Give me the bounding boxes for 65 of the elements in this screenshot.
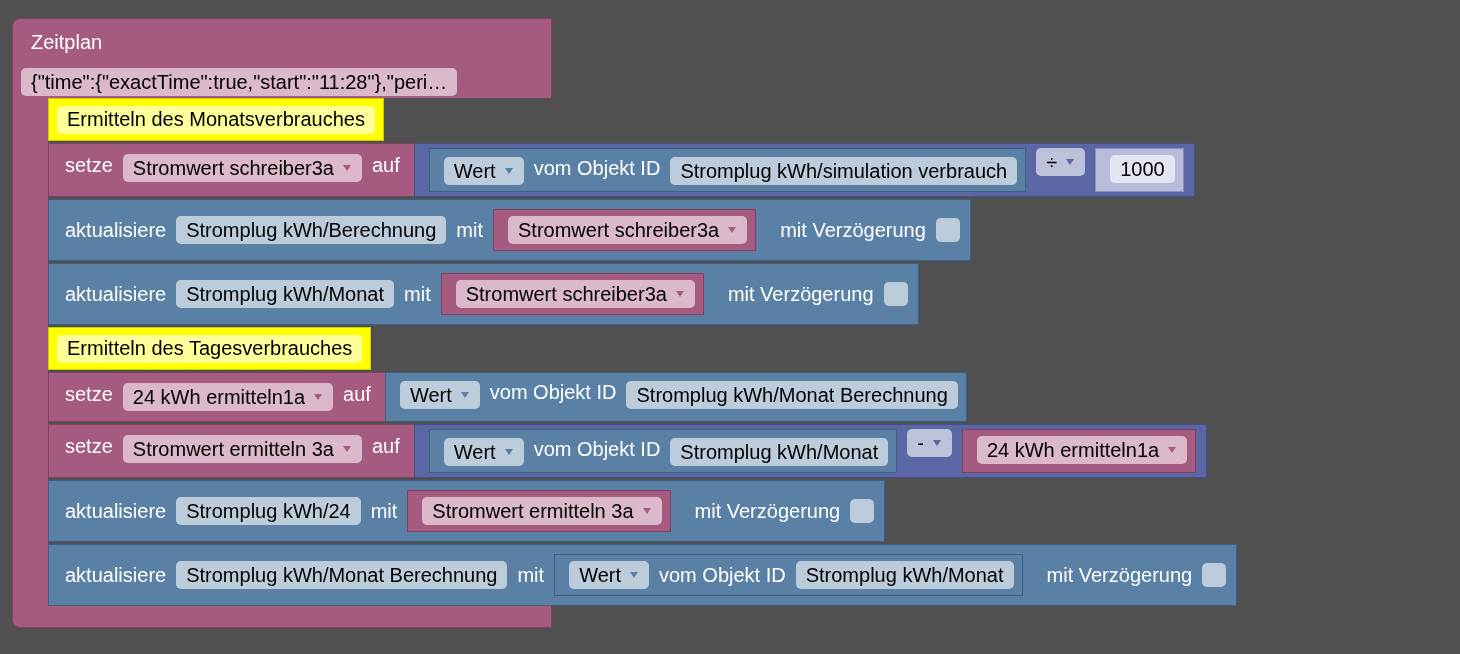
object-id-field[interactable]: Stromplug kWh/Monat <box>795 561 1014 589</box>
block-label: mit Verzögerung <box>780 218 926 242</box>
variable-dropdown[interactable]: 24 kWh ermitteln1a <box>122 383 334 411</box>
variable-dropdown[interactable]: Stromwert schreiber3a <box>508 216 748 244</box>
schedule-field[interactable]: {"time":{"exactTime":true,"start":"11:28"},"peri… <box>21 68 458 96</box>
caret-icon <box>313 393 324 401</box>
delay-checkbox[interactable] <box>883 282 908 306</box>
block-label: aktualisiere <box>65 282 167 306</box>
caret-icon <box>459 391 470 399</box>
variable-dropdown[interactable]: 24 kWh ermitteln1a <box>976 436 1188 464</box>
variable-dropdown[interactable]: Stromwert schreiber3a <box>122 154 362 182</box>
object-id-field[interactable]: Stromplug kWh/Monat <box>176 280 395 308</box>
block-label: setze <box>65 435 113 458</box>
caret-icon <box>342 445 352 453</box>
object-id-field[interactable]: Stromplug kWh/Monat Berechnung <box>176 561 508 589</box>
block-label: aktualisiere <box>65 218 167 242</box>
delay-checkbox[interactable] <box>850 499 875 523</box>
block-label: mit Verzögerung <box>727 282 874 306</box>
caret-icon <box>342 164 352 172</box>
variable-dropdown[interactable]: Stromwert ermitteln 3a <box>122 435 362 463</box>
caret-icon <box>503 167 514 175</box>
variable-dropdown[interactable]: Stromwert schreiber3a <box>455 280 695 308</box>
block-label: mit <box>404 282 431 306</box>
caret-icon <box>727 226 738 234</box>
property-dropdown[interactable]: Wert <box>443 438 524 466</box>
delay-checkbox[interactable] <box>1202 563 1227 587</box>
block-title: Zeitplan <box>30 30 104 55</box>
block-label: setze <box>65 383 113 406</box>
object-id-field[interactable]: Stromplug kWh/24 <box>176 497 361 525</box>
block-label: vom Objekt ID <box>533 438 661 461</box>
object-id-field[interactable]: Stromplug kWh/Berechnung <box>176 216 447 244</box>
block-label: vom Objekt ID <box>489 381 617 404</box>
property-dropdown[interactable]: Wert <box>399 381 480 409</box>
block-label: mit Verzögerung <box>694 499 841 523</box>
caret-icon <box>641 507 652 515</box>
caret-icon <box>503 448 514 456</box>
object-id-field[interactable]: Stromplug kWh/Monat Berechnung <box>626 381 958 409</box>
block-label: mit Verzögerung <box>1046 563 1193 587</box>
comment-text: Ermitteln des Tagesverbrauches <box>57 334 363 363</box>
block-label: aktualisiere <box>65 563 167 587</box>
block-label: vom Objekt ID <box>533 157 661 180</box>
property-dropdown[interactable]: Wert <box>443 157 524 185</box>
caret-icon <box>931 439 942 447</box>
block-label: auf <box>343 383 371 406</box>
variable-dropdown[interactable]: Stromwert ermitteln 3a <box>422 497 662 525</box>
caret-icon <box>674 290 685 298</box>
caret-icon <box>1167 446 1178 454</box>
block-label: mit <box>517 563 545 587</box>
block-label: vom Objekt ID <box>659 563 786 587</box>
operator-dropdown[interactable]: ÷ <box>1036 148 1086 176</box>
block-label: auf <box>372 154 400 177</box>
caret-icon <box>629 571 639 579</box>
object-id-field[interactable]: Stromplug kWh/Monat <box>670 438 889 466</box>
number-field[interactable]: 1000 <box>1110 155 1175 183</box>
comment-text: Ermitteln des Monatsverbrauches <box>57 105 375 134</box>
operator-dropdown[interactable]: - <box>907 429 952 457</box>
block-label: auf <box>372 435 400 458</box>
object-id-field[interactable]: Stromplug kWh/simulation verbrauch <box>670 157 1018 185</box>
property-dropdown[interactable]: Wert <box>569 561 649 589</box>
block-label: setze <box>65 154 113 177</box>
block-label: aktualisiere <box>65 499 167 523</box>
delay-checkbox[interactable] <box>935 218 960 242</box>
block-label: mit <box>370 499 398 523</box>
caret-icon <box>1065 158 1076 166</box>
block-label: mit <box>456 218 483 242</box>
